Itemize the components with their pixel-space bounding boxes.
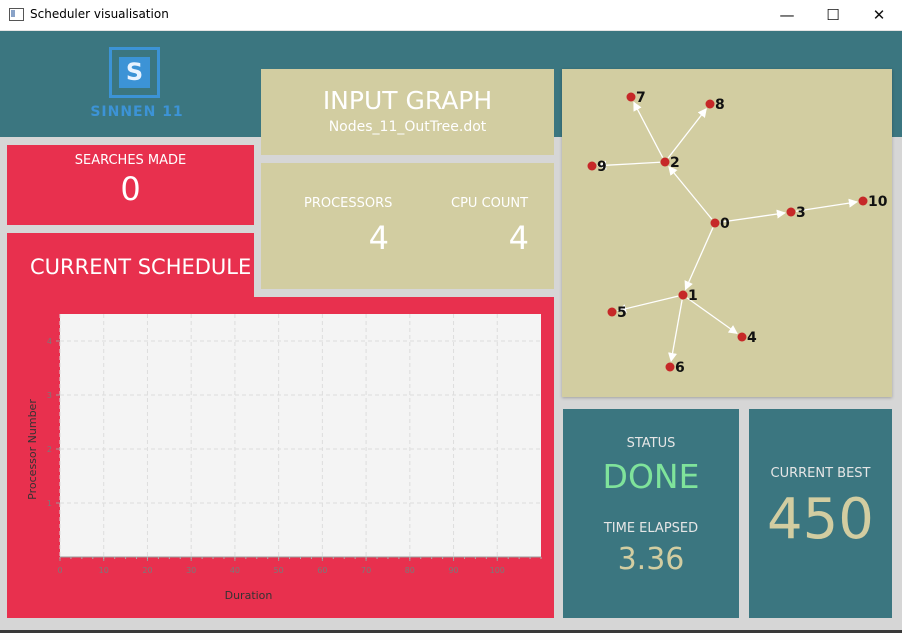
x-axis-label: Duration	[225, 589, 273, 602]
graph-edge	[684, 227, 714, 291]
x-tick-label: 70	[361, 566, 371, 575]
graph-node	[587, 161, 597, 171]
graph-node-label: 6	[675, 360, 685, 376]
cpu-count-value: 4	[508, 219, 529, 257]
graph-edge	[668, 165, 713, 220]
processors-label: PROCESSORS	[304, 196, 393, 211]
y-axis-label: Processor Number	[26, 399, 39, 500]
logo-text: SINNEN 11	[90, 104, 184, 120]
task-graph: 0 1 2 3 4 5 6 7 8 9 10	[587, 90, 888, 376]
graph-node	[858, 196, 868, 206]
graph-node	[710, 218, 720, 228]
current-best-panel: CURRENT BEST 450	[749, 409, 892, 618]
window-title: Scheduler visualisation	[30, 7, 169, 21]
processors-panel: PROCESSORS 4 CPU COUNT 4	[261, 163, 554, 289]
graph-node	[626, 92, 636, 102]
y-tick-label: 2	[47, 445, 52, 454]
graph-node	[607, 307, 617, 317]
graph-edge	[616, 295, 679, 314]
current-best-label: CURRENT BEST	[770, 466, 871, 481]
y-tick-label: 3	[47, 391, 52, 400]
schedule-chart: 0 10 20 30 40 50 60 70 80 90 100 1 2 3 4 Duration Proces…	[26, 314, 542, 602]
y-tick-label: 1	[47, 499, 52, 508]
y-tick-label: 4	[47, 337, 52, 346]
app-icon	[9, 8, 24, 21]
graph-node-label: 0	[720, 216, 730, 232]
app-window: Scheduler visualisation — ☐ ✕ S SINNEN 1…	[0, 0, 902, 630]
searches-panel: SEARCHES MADE 0	[7, 145, 254, 225]
graph-node-label: 10	[868, 194, 888, 210]
maximize-button[interactable]: ☐	[810, 0, 856, 30]
graph-node-label: 4	[747, 330, 757, 346]
graph-node-label: 8	[715, 97, 725, 113]
input-graph-panel: INPUT GRAPH Nodes_11_OutTree.dot	[261, 69, 554, 155]
logo-letter: S	[119, 57, 150, 88]
graph-node-label: 2	[670, 155, 680, 171]
schedule-title: CURRENT SCHEDULE	[30, 255, 252, 279]
time-elapsed-value: 3.36	[617, 542, 685, 577]
x-tick-label: 50	[274, 566, 284, 575]
time-elapsed-label: TIME ELAPSED	[603, 521, 699, 536]
graph-node	[678, 290, 688, 300]
minimize-button[interactable]: —	[764, 0, 810, 30]
x-tick-label: 100	[490, 566, 505, 575]
graph-node-label: 1	[688, 288, 698, 304]
graph-edge	[597, 160, 661, 170]
x-tick-label: 80	[405, 566, 415, 575]
graph-node	[705, 99, 715, 109]
graph-node-label: 5	[617, 305, 627, 321]
input-graph-title: INPUT GRAPH	[322, 86, 493, 115]
x-tick-label: 20	[142, 566, 152, 575]
graph-panel: 0 1 2 3 4 5 6 7 8 9 10	[562, 69, 892, 397]
schedule-panel: 0 10 20 30 40 50 60 70 80 90 100 1 2 3 4 Duration Proces…	[7, 297, 554, 618]
graph-node-label: 7	[636, 90, 646, 106]
close-button[interactable]: ✕	[856, 0, 902, 30]
graph-node-label: 9	[597, 159, 607, 175]
processors-value: 4	[368, 219, 389, 257]
searches-label: SEARCHES MADE	[74, 153, 187, 168]
searches-value: 0	[120, 170, 141, 208]
current-best-value: 450	[767, 487, 874, 552]
x-tick-label: 90	[448, 566, 458, 575]
cpu-count-label: CPU COUNT	[451, 196, 529, 211]
graph-node	[665, 362, 675, 372]
status-label: STATUS	[626, 436, 676, 451]
schedule-tab: CURRENT SCHEDULE	[7, 233, 254, 303]
x-tick-label: 10	[99, 566, 109, 575]
x-tick-label: 30	[186, 566, 196, 575]
graph-edge	[667, 108, 707, 159]
graph-node	[737, 332, 747, 342]
x-tick-label: 0	[57, 566, 62, 575]
x-tick-label: 40	[230, 566, 240, 575]
title-bar: Scheduler visualisation — ☐ ✕	[0, 0, 902, 31]
graph-edge	[668, 299, 683, 362]
graph-node	[786, 207, 796, 217]
graph-node-label: 3	[796, 205, 806, 221]
x-tick-label: 60	[317, 566, 327, 575]
plot-area	[60, 314, 541, 557]
graph-edge	[633, 101, 664, 158]
logo-icon: S	[109, 47, 160, 98]
status-value: DONE	[602, 457, 700, 496]
status-panel: STATUS DONE TIME ELAPSED 3.36	[563, 409, 739, 618]
input-graph-filename: Nodes_11_OutTree.dot	[328, 119, 487, 135]
graph-node	[660, 157, 670, 167]
